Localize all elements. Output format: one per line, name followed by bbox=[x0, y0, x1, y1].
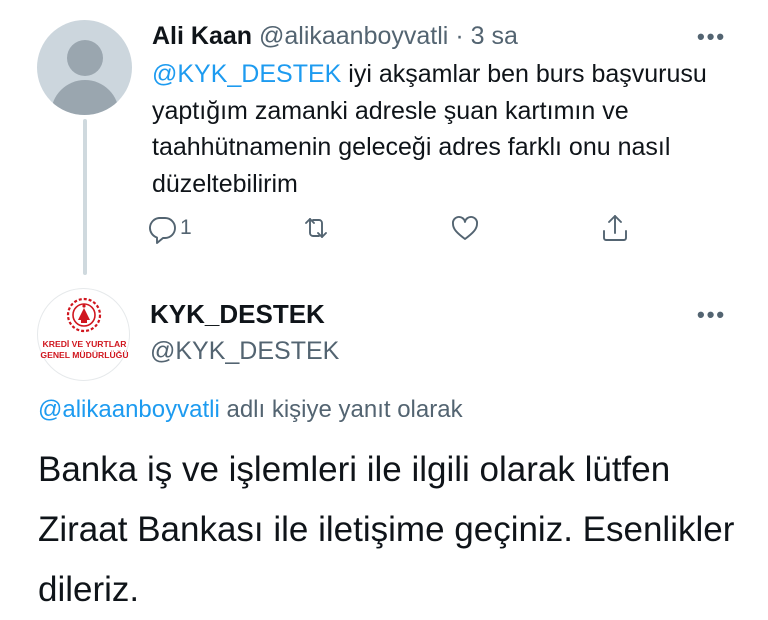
retweet-icon bbox=[305, 218, 327, 238]
kyk-emblem-icon bbox=[66, 297, 102, 333]
main-more-icon[interactable]: ••• bbox=[697, 304, 726, 326]
reply-count: 1 bbox=[180, 216, 192, 239]
share-button[interactable] bbox=[599, 208, 631, 248]
main-display-name[interactable]: KYK_DESTEK bbox=[150, 299, 325, 330]
thread-connector-line bbox=[83, 119, 87, 275]
reply-action-button[interactable]: 1 bbox=[146, 208, 192, 248]
replying-to-line: @alikaanboyvatli adlı kişiye yanıt olara… bbox=[38, 396, 463, 424]
reply-bubble-icon bbox=[149, 217, 176, 244]
kyk-logo-avatar[interactable]: KREDİ VE YURTLAR GENEL MÜDÜRLÜĞÜ bbox=[37, 288, 130, 381]
avatar-head-shape bbox=[67, 40, 103, 76]
logo-text-line1: KREDİ VE YURTLAR bbox=[42, 339, 127, 349]
reply-tweet-header: Ali Kaan @alikaanboyvatli · 3 sa bbox=[152, 20, 518, 52]
main-handle[interactable]: @KYK_DESTEK bbox=[150, 337, 339, 366]
like-button[interactable] bbox=[449, 208, 481, 248]
reply-more-icon[interactable]: ••• bbox=[697, 26, 726, 48]
replying-to-suffix: adlı kişiye yanıt olarak bbox=[226, 396, 463, 423]
reply-handle[interactable]: @alikaanboyvatli bbox=[259, 22, 448, 50]
reply-time[interactable]: 3 sa bbox=[471, 22, 518, 50]
replying-to-mention[interactable]: @alikaanboyvatli bbox=[38, 396, 220, 423]
logo-text-line2: GENEL MÜDÜRLÜĞÜ bbox=[40, 350, 129, 360]
retweet-button[interactable] bbox=[300, 208, 332, 248]
reply-separator: · bbox=[455, 22, 464, 50]
reply-mention-link[interactable]: @KYK_DESTEK bbox=[152, 60, 341, 88]
heart-icon bbox=[452, 216, 478, 240]
main-tweet-text: Banka iş ve işlemleri ile ilgili olarak … bbox=[38, 450, 735, 609]
reply-display-name[interactable]: Ali Kaan bbox=[152, 22, 252, 50]
share-icon bbox=[603, 215, 627, 241]
reply-tweet-text: @KYK_DESTEK iyi akşamlar ben burs başvur… bbox=[152, 56, 712, 202]
avatar-shoulders-shape bbox=[51, 80, 119, 115]
default-avatar[interactable] bbox=[37, 20, 132, 115]
